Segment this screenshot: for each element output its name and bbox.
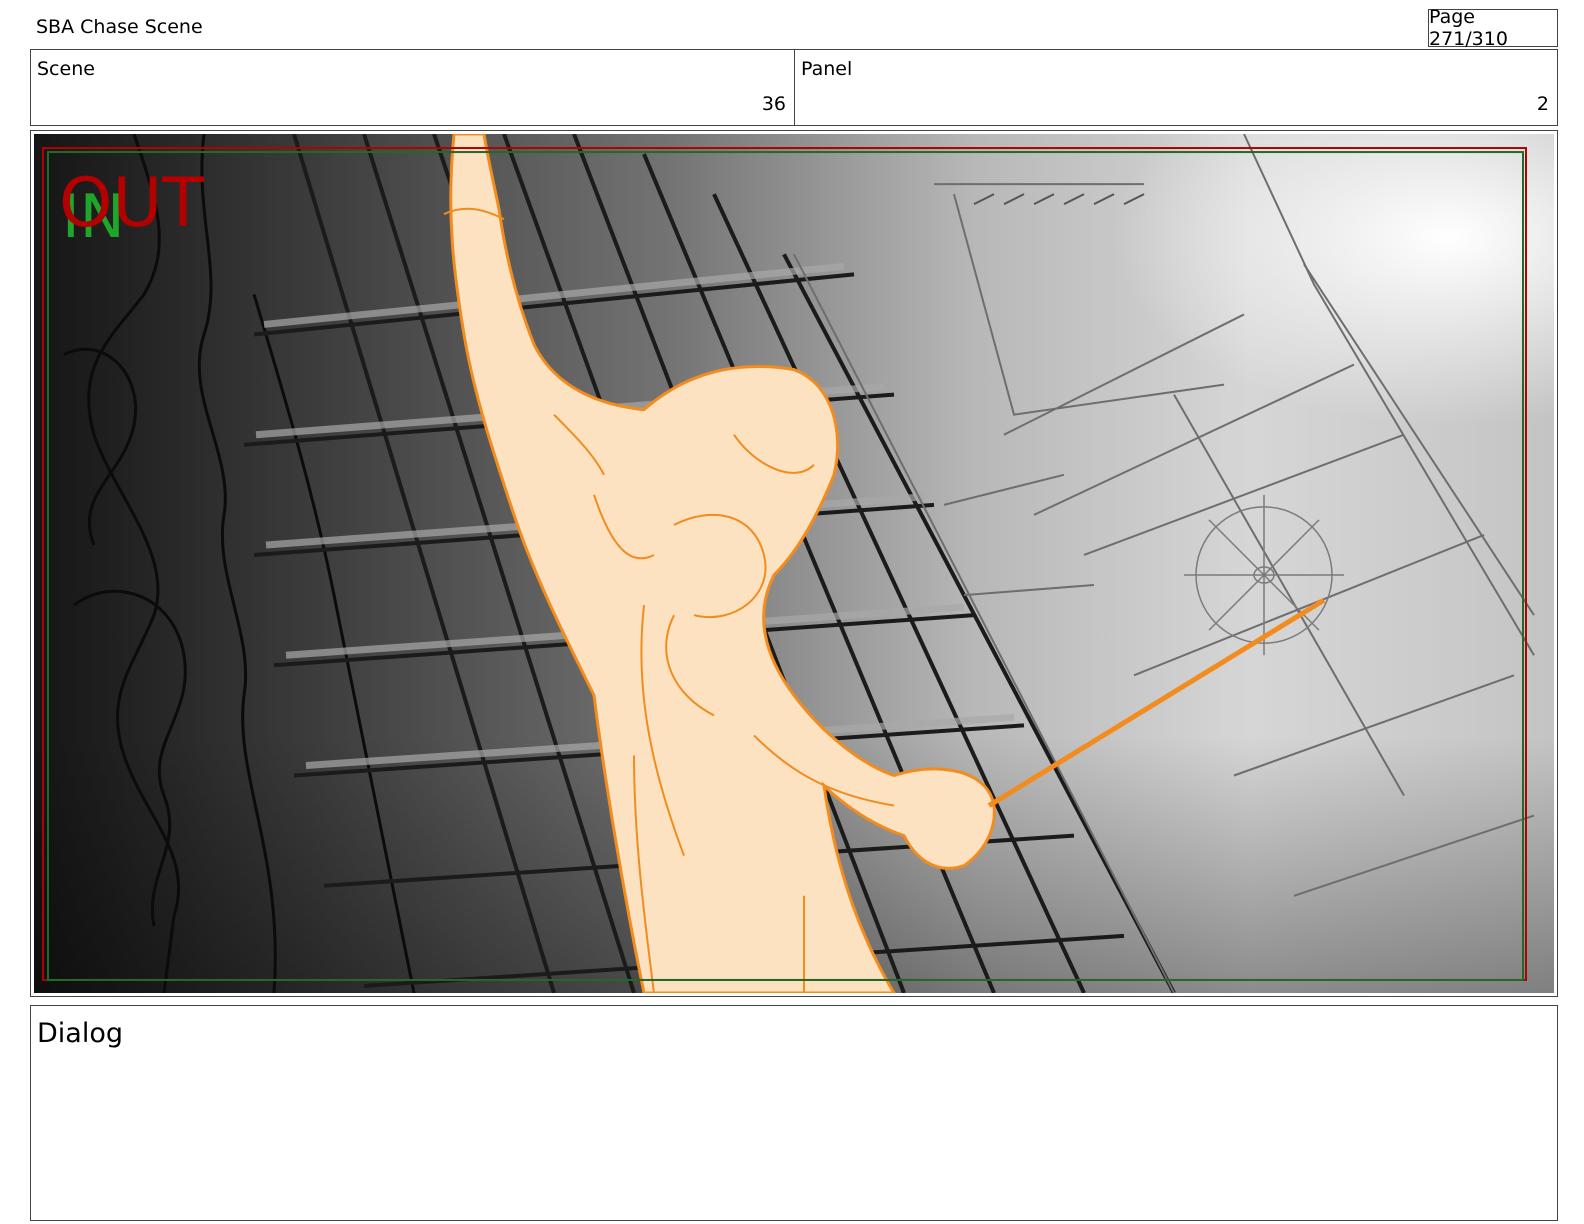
project-title: SBA Chase Scene [36,16,203,38]
page-indicator: Page 271/310 [1428,6,1558,50]
storyboard-image: IN OUT [34,134,1554,993]
out-marker: OUT [59,164,204,243]
storyboard-drawing: IN OUT [34,134,1554,993]
scene-panel-info: Scene 36 Panel 2 [30,49,1558,126]
panel-number: 2 [1536,93,1549,115]
dialog-box: Dialog [30,1005,1558,1221]
scene-label: Scene [37,58,95,80]
panel-label: Panel [801,58,853,80]
storyboard-frame: IN OUT [30,130,1558,997]
scene-number: 36 [761,93,786,115]
scene-cell: Scene 36 [31,50,794,125]
dialog-label: Dialog [37,1018,123,1049]
panel-cell: Panel 2 [794,50,1557,125]
